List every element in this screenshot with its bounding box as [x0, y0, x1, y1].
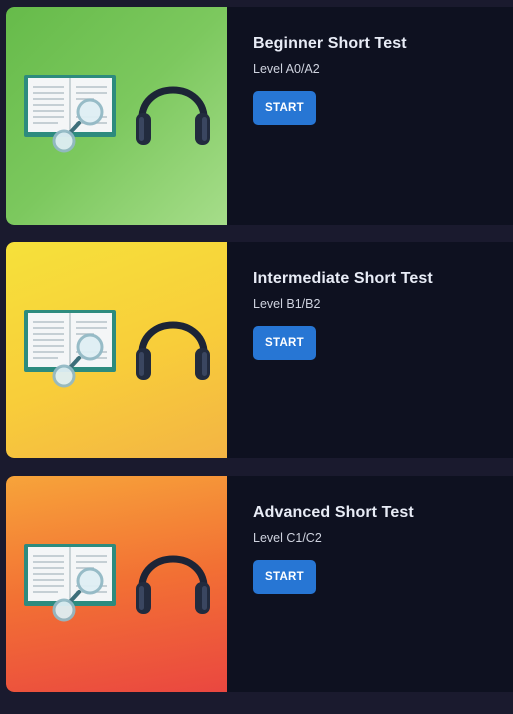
test-thumbnail [6, 242, 227, 458]
test-card-intermediate: Intermediate Short Test Level B1/B2 STAR… [6, 242, 513, 458]
book-headphones-icon [24, 67, 214, 167]
test-level: Level A0/A2 [253, 62, 320, 76]
start-button[interactable]: START [253, 91, 316, 125]
test-title: Beginner Short Test [253, 35, 407, 52]
book-headphones-icon [24, 302, 214, 402]
test-title: Advanced Short Test [253, 504, 414, 521]
book-headphones-icon [24, 536, 214, 636]
test-level: Level B1/B2 [253, 297, 321, 311]
test-thumbnail [6, 476, 227, 692]
start-button[interactable]: START [253, 326, 316, 360]
test-card-beginner: Beginner Short Test Level A0/A2 START [6, 7, 513, 225]
start-button[interactable]: START [253, 560, 316, 594]
test-thumbnail [6, 7, 227, 225]
test-list: Beginner Short Test Level A0/A2 START In… [0, 0, 513, 714]
test-title: Intermediate Short Test [253, 270, 433, 287]
test-card-advanced: Advanced Short Test Level C1/C2 START [6, 476, 513, 692]
test-level: Level C1/C2 [253, 531, 322, 545]
